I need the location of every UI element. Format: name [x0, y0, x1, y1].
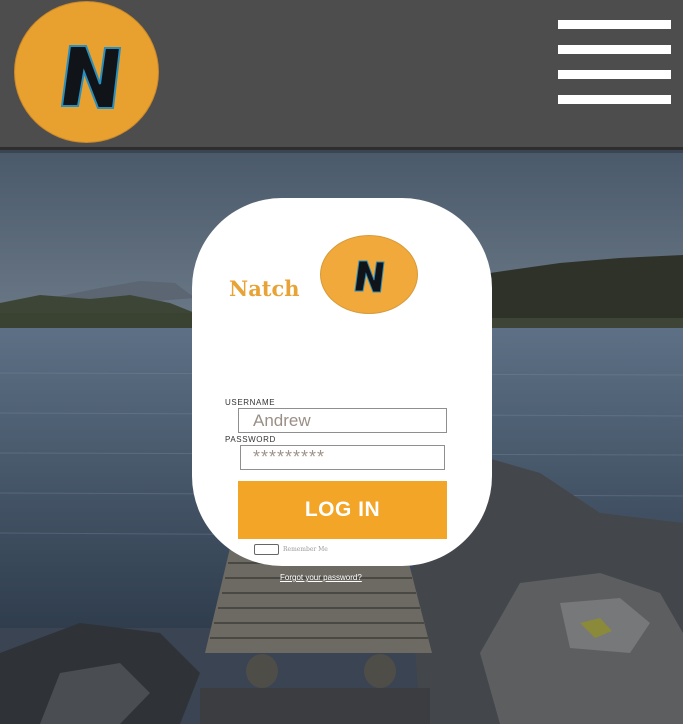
hamburger-menu-icon[interactable]	[558, 20, 671, 104]
logo-n-icon[interactable]	[14, 1, 159, 143]
card-logo-n-glyph	[354, 260, 385, 293]
login-button[interactable]: LOG IN	[238, 481, 447, 539]
forgot-password-link[interactable]: Forgot your password?	[280, 573, 362, 582]
card-logo-n-icon	[320, 235, 418, 314]
top-header	[0, 0, 683, 150]
username-input[interactable]	[238, 408, 447, 433]
logo-n-glyph	[60, 45, 122, 109]
login-card: Natch USERNAME PASSWORD LOG IN Remember …	[192, 198, 492, 566]
brand-name: Natch	[229, 276, 300, 301]
password-label: PASSWORD	[225, 435, 276, 444]
remember-me-label: Remember Me	[283, 546, 328, 553]
password-input[interactable]	[240, 445, 445, 470]
username-label: USERNAME	[225, 398, 276, 407]
remember-me-checkbox[interactable]	[254, 544, 279, 555]
